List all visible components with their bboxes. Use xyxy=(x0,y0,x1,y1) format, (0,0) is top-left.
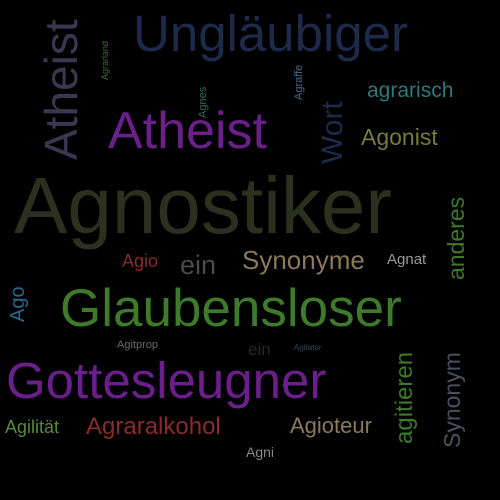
word-agni: Agni xyxy=(246,444,275,460)
word-agitieren: agitieren xyxy=(391,351,418,444)
word-agonist: Agonist xyxy=(361,124,438,150)
word-cloud: Ungläubiger Atheist Agrarland Agnes Agra… xyxy=(0,0,500,500)
word-gottesleugner: Gottesleugner xyxy=(6,352,327,409)
word-unglaeubiger: Ungläubiger xyxy=(133,5,409,62)
word-wort: Wort xyxy=(316,101,349,164)
word-ein: ein xyxy=(180,250,217,280)
word-agitator: Agitator xyxy=(294,343,322,352)
word-glaubensloser: Glaubensloser xyxy=(60,279,402,338)
word-atheist: Atheist xyxy=(108,102,267,160)
word-agrarisch: agrarisch xyxy=(367,79,454,102)
word-agrarland: Agrarland xyxy=(100,40,110,80)
word-agnostiker: Agnostiker xyxy=(14,161,392,250)
word-agnat: Agnat xyxy=(387,251,427,268)
word-agitprop: Agitprop xyxy=(117,339,158,351)
word-agilitaet: Agilität xyxy=(5,417,60,437)
word-synonym: Synonym xyxy=(439,352,465,448)
word-agio: Agio xyxy=(122,251,159,271)
word-agraffe: Agraffe xyxy=(293,64,305,100)
word-synonyme: Synonyme xyxy=(242,245,365,275)
word-ago: Ago xyxy=(7,286,29,322)
word-agraralkohol: Agraralkohol xyxy=(86,413,221,440)
word-atheist-vertical: Atheist xyxy=(35,19,87,160)
word-agioteur: Agioteur xyxy=(290,413,372,438)
word-anderes: anderes xyxy=(443,196,469,280)
